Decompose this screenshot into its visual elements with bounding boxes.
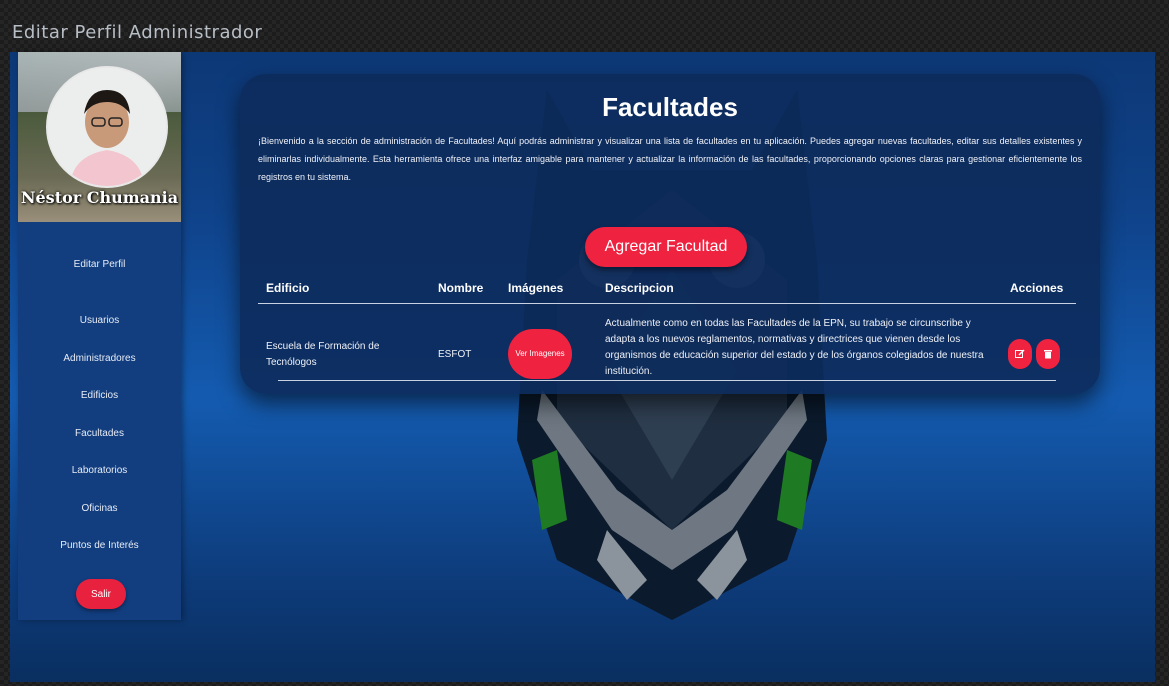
trash-icon [1044,350,1052,359]
avatar [46,66,168,188]
sidebar-item-usuarios[interactable]: Usuarios [18,315,181,326]
page-title: Facultades [602,92,738,122]
app-frame: Néstor Chumania Editar Perfil Usuarios A… [10,52,1155,682]
header-divider [258,303,1076,304]
cell-nombre: ESFOT [438,349,472,360]
sidebar-item-editar-perfil[interactable]: Editar Perfil [18,259,181,270]
profile-name: Néstor Chumania [20,188,179,207]
column-header-edificio: Edificio [266,281,310,295]
edit-icon [1015,349,1025,358]
edit-button[interactable] [1008,339,1032,369]
avatar-photo [48,68,166,186]
column-header-acciones: Acciones [1010,281,1064,295]
sidebar-item-laboratorios[interactable]: Laboratorios [18,465,181,476]
column-header-nombre: Nombre [438,281,484,295]
ver-imagenes-button[interactable]: Ver Imagenes [508,329,572,379]
profile-banner: Néstor Chumania [18,52,181,222]
sidebar-item-facultades[interactable]: Facultades [18,428,181,439]
facultades-card: Facultades ¡Bienvenido a la sección de a… [240,74,1100,394]
app-title: Editar Perfil Administrador [12,22,263,43]
column-header-descripcion: Descripcion [605,281,674,295]
delete-button[interactable] [1036,339,1060,369]
sidebar: Néstor Chumania Editar Perfil Usuarios A… [18,52,181,620]
sidebar-item-oficinas[interactable]: Oficinas [18,503,181,514]
cell-descripcion: Actualmente como en todas las Facultades… [605,318,984,377]
add-facultad-button[interactable]: Agregar Facultad [585,227,747,267]
section-description: ¡Bienvenido a la sección de administraci… [258,136,1082,182]
cell-edificio: Escuela de Formación de Tecnólogos [266,341,380,368]
sidebar-item-edificios[interactable]: Edificios [18,390,181,401]
sidebar-item-administradores[interactable]: Administradores [18,353,181,364]
logout-button[interactable]: Salir [76,579,126,609]
row-divider [278,380,1056,381]
column-header-imagenes: Imágenes [508,281,564,295]
sidebar-item-puntos-de-interes[interactable]: Puntos de Interés [18,540,181,551]
